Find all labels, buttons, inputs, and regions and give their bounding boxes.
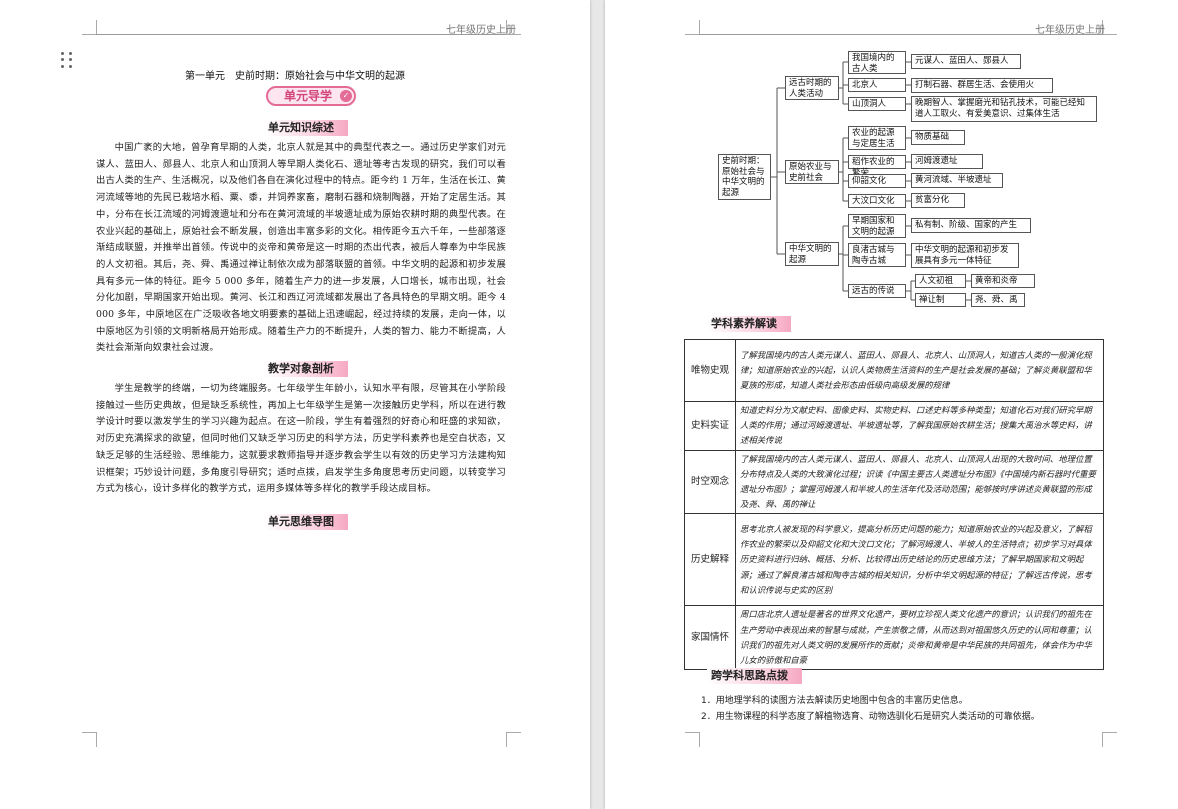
mindmap-leaf: 元谋人、蓝田人、郧县人 [911, 54, 1021, 69]
mindmap-leaf: 尧、舜、禹 [971, 293, 1025, 307]
mindmap-root: 史前时期：原始社会与中华文明的起源 [718, 154, 771, 200]
mindmap-node: 北京人 [848, 78, 906, 92]
table-value: 周口店北京人遗址是著名的世界文化遗产，要树立珍视人类文化遗产的意识；认识我们的祖… [735, 605, 1104, 671]
cross-note-2: 2．用生物课程的科学态度了解植物选育、动物选驯化石是研究人类活动的可靠依据。 [701, 712, 1040, 722]
literacy-table: 唯物史观 了解我国境内的古人类元谋人、蓝田人、郧县人、北京人、山顶洞人，知道古人… [684, 339, 1104, 671]
section-heading-mindmap: 单元思维导图 [264, 514, 348, 530]
mindmap-branch-2: 原始农业与史前社会 [785, 160, 839, 184]
teaching-paragraph: 学生是教学的终端，一切为终端服务。七年级学生年龄小，认知水平有限，尽管其在小学阶… [96, 383, 506, 495]
cross-note-1: 1．用地理学科的读图方法去解读历史地图中包含的丰富历史信息。 [701, 696, 968, 706]
mindmap-node: 稻作农业的繁荣 [848, 155, 906, 178]
mindmap-leaf: 打制石器、群居生活、会使用火 [911, 78, 1053, 93]
table-row: 唯物史观 了解我国境内的古人类元谋人、蓝田人、郧县人、北京人、山顶洞人，知道古人… [684, 339, 1104, 402]
left-page: 七年级历史上册 第一单元 史前时期：原始社会与中华文明的起源 单元导学 ✓ 单元… [0, 0, 590, 809]
table-key: 家国情怀 [684, 605, 736, 671]
mindmap-branch-3: 中华文明的起源 [785, 242, 839, 266]
section-heading-literacy: 学科素养解读 [707, 316, 791, 332]
mindmap-node: 良渚古城与陶寺古城 [848, 243, 906, 267]
mindmap-node: 远古的传说 [848, 284, 906, 298]
mindmap-leaf: 贫富分化 [911, 193, 965, 208]
crop-mark [506, 732, 521, 747]
crop-mark [685, 732, 700, 747]
mindmap-subnode: 人文初祖 [915, 274, 966, 288]
crop-mark [1102, 732, 1117, 747]
table-row: 历史解释 思考北京人被发现的科学意义，提高分析历史问题的能力；知道原始农业的兴起… [684, 513, 1104, 607]
mindmap-leaf: 黄帝和炎帝 [971, 274, 1035, 288]
table-row: 史料实证 知道史料分为文献史料、图像史料、实物史料、口述史料等多种类型；知道化石… [684, 401, 1104, 451]
table-value: 知道史料分为文献史料、图像史料、实物史料、口述史料等多种类型；知道化石对我们研究… [735, 401, 1104, 451]
unit-guide-banner: 单元导学 ✓ [266, 86, 356, 106]
table-row: 家国情怀 周口店北京人遗址是著名的世界文化遗产，要树立珍视人类文化遗产的意识；认… [684, 605, 1104, 671]
table-row: 时空观念 了解我国境内的古人类元谋人、蓝田人、郧县人、北京人、山顶洞人出现的大致… [684, 449, 1104, 515]
table-key: 史料实证 [684, 401, 736, 451]
table-value: 思考北京人被发现的科学意义，提高分析历史问题的能力；知道原始农业的兴起及意义，了… [735, 513, 1104, 607]
mindmap-leaf: 黄河流域、半坡遗址 [911, 173, 1003, 188]
table-key: 历史解释 [684, 513, 736, 607]
check-icon: ✓ [340, 90, 352, 102]
table-value: 了解我国境内的古人类元谋人、蓝田人、郧县人、北京人、山顶洞人出现的大致时间、地理… [735, 449, 1104, 515]
section-heading-cross: 跨学科思路点拨 [707, 668, 802, 684]
mindmap-node: 早期国家和文明的起源 [848, 214, 906, 238]
mindmap-leaf: 中华文明的起源和初步发展具有多元一体特征 [911, 243, 1019, 268]
unit-guide-label: 单元导学 [284, 89, 333, 103]
section-heading-teaching: 教学对象剖析 [264, 361, 348, 377]
right-page: 七年级历史上册 史前时期：原始社会与中华文明的起源 远古时期的人类活动 原始农业… [605, 0, 1178, 809]
crop-mark [82, 732, 97, 747]
table-value: 了解我国境内的古人类元谋人、蓝田人、郧县人、北京人、山顶洞人，知道古人类的一般演… [735, 339, 1104, 402]
mindmap-leaf: 河姆渡遗址 [911, 154, 983, 169]
section-heading-knowledge: 单元知识综述 [264, 120, 348, 136]
mindmap-leaf: 晚期智人、掌握磨光和钻孔技术，可能已经知道人工取火、有爱美意识、过集体生活 [911, 96, 1097, 122]
mindmap-node: 仰韶文化 [848, 174, 906, 188]
mindmap-leaf: 物质基础 [911, 130, 965, 145]
knowledge-paragraph: 中国广袤的大地，曾孕育早期的人类，北京人就是其中的典型代表之一。通过历史学家们对… [96, 142, 506, 354]
header-rule [96, 34, 506, 35]
mindmap-node: 农业的起源与定居生活 [848, 126, 906, 150]
table-key: 时空观念 [684, 449, 736, 515]
mindmap-node: 我国境内的古人类 [848, 51, 906, 74]
unit-title: 第一单元 史前时期：原始社会与中华文明的起源 [185, 71, 405, 82]
table-key: 唯物史观 [684, 339, 736, 402]
mindmap-subnode: 禅让制 [915, 293, 966, 307]
crop-mark [82, 20, 97, 35]
mindmap-branch-1: 远古时期的人类活动 [785, 76, 839, 100]
mindmap-leaf: 私有制、阶级、国家的产生 [911, 218, 1031, 233]
drag-handle-icon[interactable] [61, 52, 73, 68]
mindmap-node: 山顶洞人 [848, 97, 906, 111]
mindmap-node: 大汶口文化 [848, 194, 906, 208]
